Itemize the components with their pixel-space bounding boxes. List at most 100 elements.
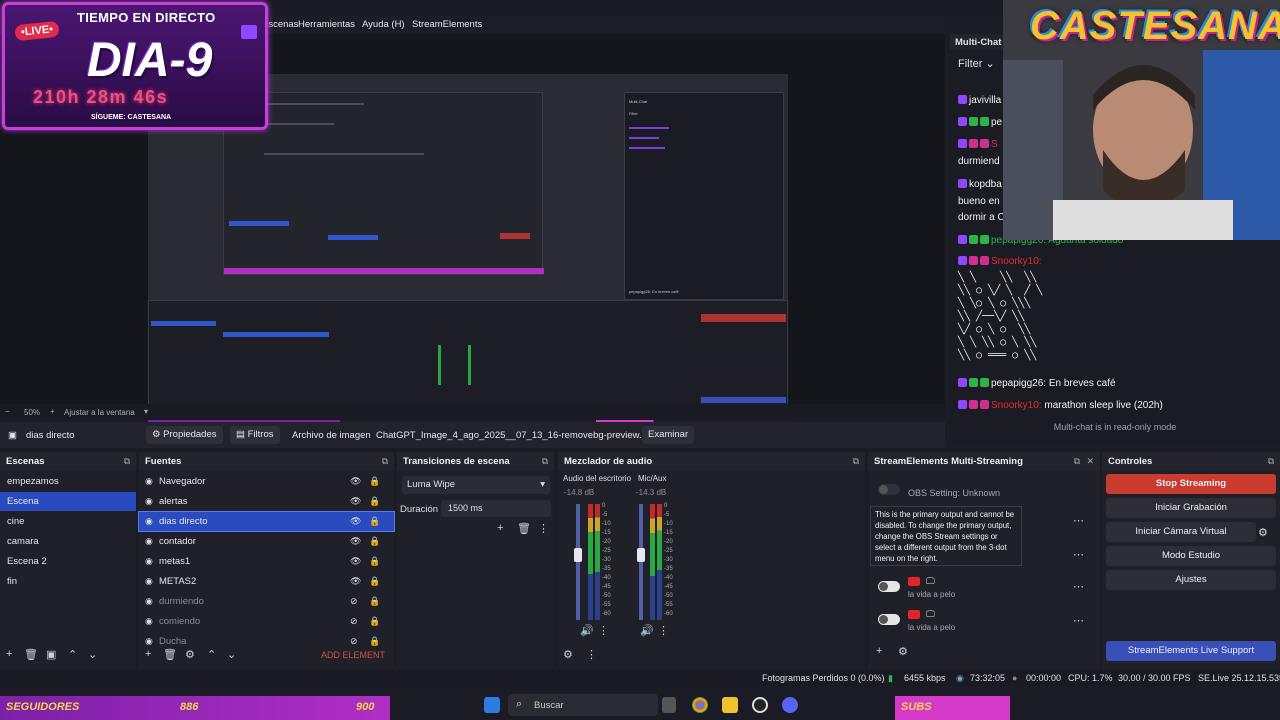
close-icon[interactable]: ✕ <box>1086 456 1094 467</box>
settings-button[interactable]: Ajustes <box>1106 570 1276 590</box>
output-toggle[interactable] <box>878 484 900 495</box>
discord-icon[interactable] <box>782 697 798 713</box>
output-toggle[interactable] <box>878 614 900 625</box>
source-item[interactable]: ◉ metas1 👁 🔒 <box>139 552 394 571</box>
task-view-icon[interactable] <box>662 697 676 713</box>
eye-icon[interactable]: 👁 <box>350 556 361 567</box>
scene-item[interactable]: empezamos <box>0 472 136 491</box>
lock-icon[interactable]: 🔒 <box>369 556 380 567</box>
zoom-level[interactable]: 50% <box>24 408 40 417</box>
browse-button[interactable]: Examinar <box>642 426 695 444</box>
zoom-minus-icon[interactable]: − <box>5 407 10 416</box>
lock-icon[interactable]: 🔒 <box>369 496 380 507</box>
scene-item[interactable]: camara <box>0 532 136 551</box>
trash-icon[interactable]: 🗑 <box>24 648 38 661</box>
eye-icon[interactable]: 👁 <box>350 476 361 487</box>
lock-icon[interactable]: 🔒 <box>369 636 380 647</box>
source-item[interactable]: ◉ Navegador 👁 🔒 <box>139 472 394 491</box>
eye-icon[interactable]: 👁 <box>350 496 361 507</box>
lock-icon[interactable]: 🔒 <box>369 576 380 587</box>
add-icon[interactable]: + <box>497 522 503 534</box>
taskbar-search[interactable]: ⌕ Buscar <box>508 694 658 716</box>
duration-spinbox[interactable]: 1500 ms <box>441 500 551 517</box>
add-icon[interactable]: + <box>876 645 882 657</box>
filters-button[interactable]: ▤ Filtros <box>230 426 280 444</box>
source-item[interactable]: ◉ METAS2 👁 🔒 <box>139 572 394 591</box>
source-item[interactable]: ◉ dias directo 👁 🔒 <box>138 511 395 532</box>
eye-icon[interactable]: 👁 <box>350 576 361 587</box>
mixer-settings-icon[interactable]: ⚙ <box>563 648 573 661</box>
dock-float-icon[interactable]: ⧉ <box>1074 456 1080 467</box>
more-icon[interactable]: ⋯ <box>1073 514 1084 527</box>
windows-start-icon[interactable] <box>484 697 500 713</box>
filter-icon[interactable]: ▣ <box>46 648 56 661</box>
speaker-icon[interactable]: 🔊 <box>640 624 654 637</box>
start-recording-button[interactable]: Iniciar Grabación <box>1106 498 1276 518</box>
transition-select[interactable]: Luma Wipe ▾ <box>402 476 550 494</box>
lock-icon[interactable]: 🔒 <box>369 476 380 487</box>
start-virtual-camera-button[interactable]: Iniciar Cámara Virtual <box>1106 522 1256 542</box>
eye-off-icon[interactable]: ⊘ <box>350 616 358 627</box>
trash-icon[interactable]: 🗑 <box>163 648 177 661</box>
eye-icon[interactable]: 👁 <box>350 536 361 547</box>
trash-icon[interactable]: 🗑 <box>517 522 531 535</box>
menu-help[interactable]: Ayuda (H) <box>362 19 405 30</box>
volume-knob[interactable] <box>637 548 645 562</box>
speaker-icon[interactable]: 🔊 <box>580 624 594 637</box>
lock-icon[interactable]: 🔒 <box>369 616 380 627</box>
obs-icon[interactable] <box>752 697 768 713</box>
dock-float-icon[interactable]: ⧉ <box>382 456 388 467</box>
studio-mode-button[interactable]: Modo Estudio <box>1106 546 1276 566</box>
lock-icon[interactable]: 🔒 <box>369 596 380 607</box>
live-support-button[interactable]: StreamElements Live Support <box>1106 641 1276 661</box>
more-icon[interactable]: ⋮ <box>586 648 597 661</box>
chrome-icon[interactable] <box>692 697 708 713</box>
output-toggle[interactable] <box>878 581 900 592</box>
dock-float-icon[interactable]: ⧉ <box>1268 456 1274 467</box>
more-icon[interactable]: ⋯ <box>1073 548 1084 561</box>
source-item[interactable]: ◉ contador 👁 🔒 <box>139 532 394 551</box>
settings-icon[interactable]: ⚙ <box>185 648 195 661</box>
more-icon[interactable]: ⋮ <box>538 522 549 535</box>
add-icon[interactable]: + <box>6 648 12 660</box>
chat-filter[interactable]: Filter ⌄ <box>958 57 995 70</box>
more-icon[interactable]: ⋮ <box>598 624 609 637</box>
menu-streamelements[interactable]: StreamElements <box>412 19 482 30</box>
fit-window-label[interactable]: Ajustar a la ventana <box>64 408 135 417</box>
move-up-icon[interactable]: ⌃ <box>207 648 216 661</box>
dock-float-icon[interactable]: ⧉ <box>542 456 548 467</box>
eye-off-icon[interactable]: ⊘ <box>350 636 358 647</box>
add-element-button[interactable]: ADD ELEMENT <box>321 650 385 660</box>
scene-item[interactable]: cine <box>0 512 136 531</box>
volume-knob[interactable] <box>574 548 582 562</box>
lock-icon[interactable]: 🔒 <box>369 536 380 547</box>
more-icon[interactable]: ⋯ <box>1073 614 1084 627</box>
settings-icon[interactable]: ⚙ <box>898 645 908 658</box>
source-item[interactable]: ◉ alertas 👁 🔒 <box>139 492 394 511</box>
source-item[interactable]: ◉ durmiendo ⊘ 🔒 <box>139 592 394 611</box>
virtual-camera-settings-icon[interactable]: ⚙ <box>1258 526 1268 539</box>
chevron-down-icon[interactable]: ▾ <box>144 407 148 416</box>
more-icon[interactable]: ⋮ <box>658 624 669 637</box>
source-item[interactable]: ◉ comiendo ⊘ 🔒 <box>139 612 394 631</box>
eye-icon[interactable]: 👁 <box>350 516 361 527</box>
move-down-icon[interactable]: ⌄ <box>88 648 97 661</box>
dock-float-icon[interactable]: ⧉ <box>124 456 130 467</box>
source-item[interactable]: ◉ Ducha ⊘ 🔒 <box>139 632 394 651</box>
volume-fader[interactable] <box>639 504 643 620</box>
scene-item-selected[interactable]: Escena <box>0 492 136 511</box>
eye-off-icon[interactable]: ⊘ <box>350 596 358 607</box>
add-icon[interactable]: + <box>145 648 151 660</box>
lock-icon[interactable]: 🔒 <box>369 516 380 527</box>
volume-fader[interactable] <box>576 504 580 620</box>
menu-tools[interactable]: Herramientas <box>298 19 355 30</box>
scene-item[interactable]: fin <box>0 572 136 591</box>
zoom-plus-icon[interactable]: + <box>50 407 55 416</box>
properties-button[interactable]: ⚙ Propiedades <box>146 426 223 444</box>
more-icon[interactable]: ⋯ <box>1073 580 1084 593</box>
file-explorer-icon[interactable] <box>722 697 738 713</box>
dock-float-icon[interactable]: ⧉ <box>853 456 859 467</box>
move-up-icon[interactable]: ⌃ <box>68 648 77 661</box>
scene-item[interactable]: Escena 2 <box>0 552 136 571</box>
move-down-icon[interactable]: ⌄ <box>227 648 236 661</box>
